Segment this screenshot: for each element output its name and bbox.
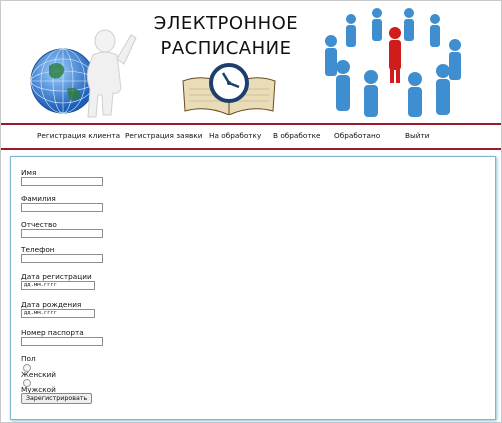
nav-item-register-client[interactable]: Регистрация клиента: [37, 131, 120, 140]
nav-item-processed[interactable]: Обработано: [334, 131, 380, 140]
site-header: ЭЛЕКТРОННОЕ РАСПИСАНИЕ: [1, 1, 501, 121]
page-frame: ЭЛЕКТРОННОЕ РАСПИСАНИЕ Регистрация клиен…: [0, 0, 502, 423]
patronymic-input[interactable]: [21, 229, 103, 238]
surname-input[interactable]: [21, 203, 103, 212]
people-group-illustration: [325, 8, 461, 117]
site-title-line1: ЭЛЕКТРОННОЕ: [153, 13, 299, 34]
name-label: Имя: [21, 168, 37, 177]
surname-label: Фамилия: [21, 194, 56, 203]
name-input[interactable]: [21, 177, 103, 186]
nav-divider-bottom: [1, 148, 501, 150]
registration-date-input[interactable]: дд.мм.гггг: [21, 281, 95, 290]
client-registration-form: Имя Фамилия Отчество Телефон Дата регист…: [10, 156, 496, 420]
phone-input[interactable]: [21, 254, 103, 263]
female-label: Женский: [21, 370, 57, 379]
site-title-line2: РАСПИСАНИЕ: [160, 38, 292, 59]
nav-item-in-processing[interactable]: В обработке: [273, 131, 321, 140]
register-button[interactable]: Зарегистрировать: [21, 393, 93, 404]
nav-item-register-request[interactable]: Регистрация заявки: [125, 131, 202, 140]
nav-item-logout[interactable]: Выйти: [405, 131, 430, 140]
nav-item-to-processing[interactable]: На обработку: [209, 131, 261, 140]
book-clock-illustration: [182, 63, 276, 115]
birth-date-input[interactable]: дд.мм.гггг: [21, 309, 95, 318]
birth-date-label: Дата рождения: [21, 300, 82, 309]
registration-date-label: Дата регистрации: [21, 272, 92, 281]
passport-number-input[interactable]: [21, 337, 103, 346]
patronymic-label: Отчество: [21, 220, 57, 229]
gender-label: Пол: [21, 354, 36, 363]
phone-label: Телефон: [21, 245, 55, 254]
main-nav: Регистрация клиента Регистрация заявки Н…: [1, 125, 501, 148]
passport-number-label: Номер паспорта: [21, 328, 84, 337]
site-title: ЭЛЕКТРОННОЕ РАСПИСАНИЕ: [151, 11, 301, 61]
globe-figure-illustration: [30, 29, 137, 118]
